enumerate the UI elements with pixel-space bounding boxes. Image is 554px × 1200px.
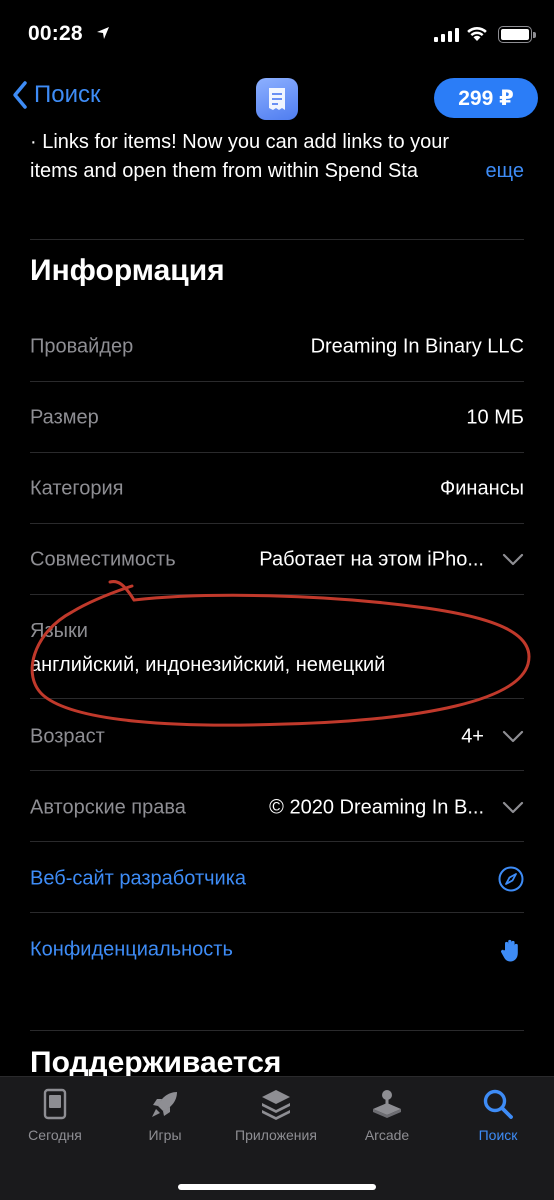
row-value: 10 МБ	[466, 406, 524, 428]
info-row-languages: Языки английский, индонезийский, немецки…	[30, 610, 524, 698]
tab-apps[interactable]: Приложения	[221, 1087, 331, 1143]
developer-website-link[interactable]: Веб-сайт разработчика	[30, 843, 524, 914]
status-bar: 00:28	[0, 0, 554, 66]
hand-icon	[501, 939, 518, 961]
divider	[30, 1030, 524, 1031]
row-value: © 2020 Dreaming In B...	[269, 796, 484, 818]
home-indicator[interactable]	[178, 1184, 376, 1190]
row-value: 4+	[461, 725, 484, 747]
search-icon	[483, 1089, 513, 1119]
divider	[30, 698, 524, 699]
info-row-age[interactable]: Возраст 4+	[30, 701, 524, 772]
rocket-icon	[152, 1092, 177, 1117]
back-button[interactable]: Поиск	[12, 80, 101, 110]
more-link[interactable]: еще	[463, 157, 524, 186]
row-label: Языки	[30, 620, 88, 642]
row-value: английский, индонезийский, немецкий	[30, 654, 386, 676]
wifi-icon	[467, 26, 487, 41]
tab-search[interactable]: Поиск	[443, 1087, 553, 1143]
tab-bar: Сегодня Игры Приложения Arcade Поиск	[0, 1076, 554, 1200]
nav-bar: Поиск 299 ₽	[0, 66, 554, 130]
row-label: Авторские права	[30, 796, 186, 818]
tab-label: Поиск	[478, 1127, 518, 1143]
joystick-icon	[373, 1090, 401, 1118]
tab-label: Игры	[148, 1127, 182, 1143]
app-icon[interactable]	[256, 78, 298, 120]
tab-label: Сегодня	[28, 1127, 82, 1143]
whats-new-text: · Links for items! Now you can add links…	[30, 128, 524, 186]
privacy-link[interactable]: Конфиденциальность	[30, 914, 524, 985]
row-value: Финансы	[440, 477, 524, 499]
divider	[30, 770, 524, 771]
row-label: Возраст	[30, 725, 105, 747]
whats-new-line: · Links for items! Now you can add links…	[30, 131, 450, 153]
compass-icon	[498, 866, 524, 891]
apps-stack-icon	[262, 1090, 290, 1120]
tab-arcade[interactable]: Arcade	[332, 1087, 442, 1143]
row-link-label: Конфиденциальность	[30, 938, 233, 960]
whats-new-line: items and open them from within Spend St…	[30, 160, 418, 182]
divider	[30, 594, 524, 595]
chevron-down-icon	[502, 730, 524, 742]
chevron-down-icon	[502, 801, 524, 813]
chevron-left-icon	[13, 81, 27, 109]
battery-icon	[498, 26, 536, 43]
tab-label: Arcade	[364, 1127, 410, 1143]
price-button[interactable]: 299 ₽	[434, 78, 538, 118]
divider	[30, 841, 524, 842]
today-icon	[43, 1088, 67, 1120]
row-label: Размер	[30, 406, 99, 428]
row-link-label: Веб-сайт разработчика	[30, 867, 247, 889]
divider	[30, 912, 524, 913]
tab-games[interactable]: Игры	[110, 1087, 220, 1143]
back-button-label: Поиск	[34, 81, 101, 108]
row-value: Работает на этом iPho...	[259, 548, 484, 570]
cellular-signal-icon	[434, 28, 459, 42]
location-arrow-icon	[97, 27, 109, 39]
section-title-info: Информация	[30, 254, 225, 287]
info-row-provider: Провайдер Dreaming In Binary LLC	[30, 311, 524, 382]
info-row-size: Размер 10 МБ	[30, 382, 524, 453]
row-label: Совместимость	[30, 548, 176, 570]
section-title-supported: Поддерживается	[30, 1046, 282, 1079]
chevron-down-icon	[502, 553, 524, 565]
info-row-compatibility[interactable]: Совместимость Работает на этом iPho...	[30, 524, 524, 595]
status-time: 00:28	[28, 22, 83, 45]
row-label: Провайдер	[30, 335, 134, 357]
divider	[30, 239, 524, 240]
info-row-category: Категория Финансы	[30, 453, 524, 524]
info-row-copyright[interactable]: Авторские права © 2020 Dreaming In B...	[30, 772, 524, 843]
tab-label: Приложения	[235, 1127, 317, 1143]
row-label: Категория	[30, 477, 124, 499]
row-value: Dreaming In Binary LLC	[310, 335, 524, 357]
tab-today[interactable]: Сегодня	[0, 1087, 110, 1143]
receipt-icon	[269, 88, 285, 110]
